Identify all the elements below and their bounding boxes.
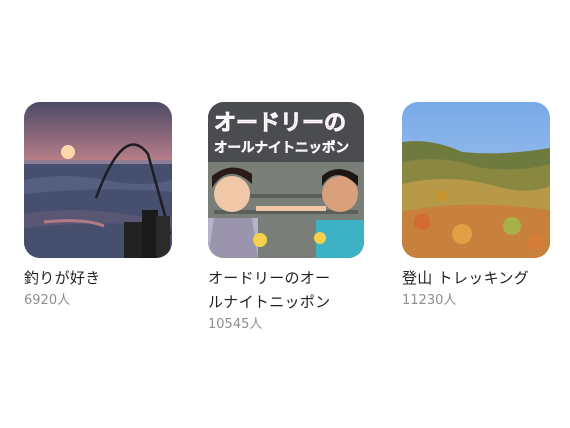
channel-title-line-2: ルナイトニッポン	[208, 293, 331, 311]
mountain-autumn-thumbnail[interactable]	[402, 102, 550, 258]
radio-show-thumbnail[interactable]: オードリーの オールナイトニッポン	[208, 102, 364, 258]
channel-title: 釣りが好き	[24, 269, 101, 287]
fishing-sunset-thumbnail[interactable]	[24, 102, 172, 258]
thumb-title-line-1: オードリーの	[214, 111, 346, 136]
channel-title: 登山 トレッキング	[402, 269, 530, 287]
channel-title-line-1: オードリーのオー	[208, 269, 331, 287]
listener-count: 11230人	[402, 293, 457, 308]
channel-grid: 釣りが好き 6920人 オードリーの オールナイトニッポン オードリーのオー ル…	[0, 0, 570, 428]
listener-count: 6920人	[24, 293, 71, 308]
thumb-title-line-2: オールナイトニッポン	[214, 139, 349, 156]
channel-card-fishing[interactable]: 釣りが好き 6920人	[24, 102, 172, 310]
channel-card-trekking[interactable]: 登山 トレッキング 11230人	[402, 102, 550, 310]
listener-count: 10545人	[208, 317, 263, 332]
channel-card-audrey[interactable]: オードリーの オールナイトニッポン オードリーのオー ルナイトニッポン 1054…	[208, 102, 364, 334]
channel-title: オードリーのオー ルナイトニッポン	[208, 266, 364, 314]
